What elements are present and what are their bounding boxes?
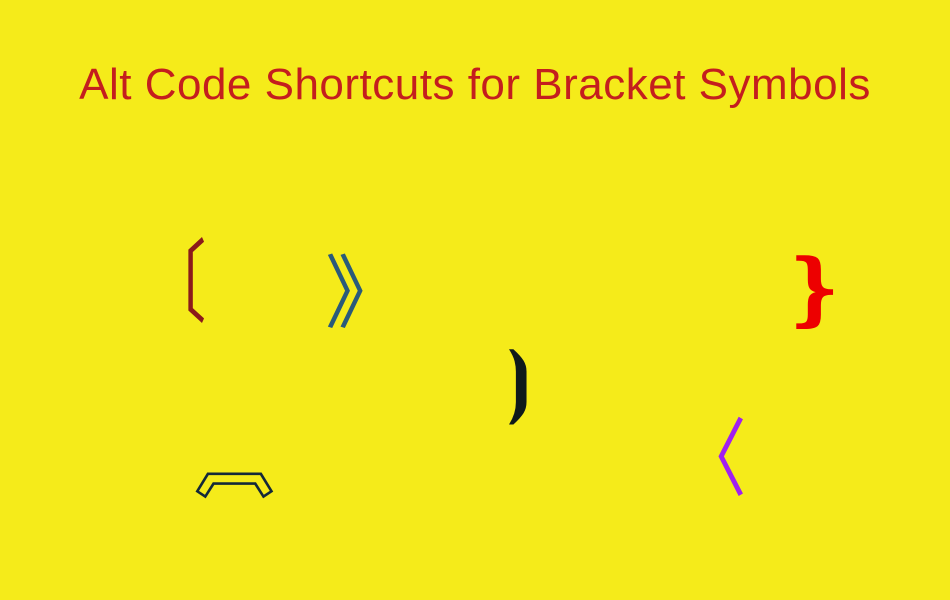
bracket-symbol-curly-ornament: ❵ <box>780 250 847 330</box>
bracket-symbol-angle-left: 〈 <box>679 420 747 505</box>
bracket-symbol-arc-bar: ⦘ <box>505 340 532 420</box>
page-title: Alt Code Shortcuts for Bracket Symbols <box>0 60 950 110</box>
bracket-symbol-white-tortoise: 〘 <box>190 420 270 500</box>
bracket-symbol-tortoise-shell: 〔 <box>144 240 207 330</box>
bracket-symbol-double-angle: 》 <box>325 255 405 335</box>
